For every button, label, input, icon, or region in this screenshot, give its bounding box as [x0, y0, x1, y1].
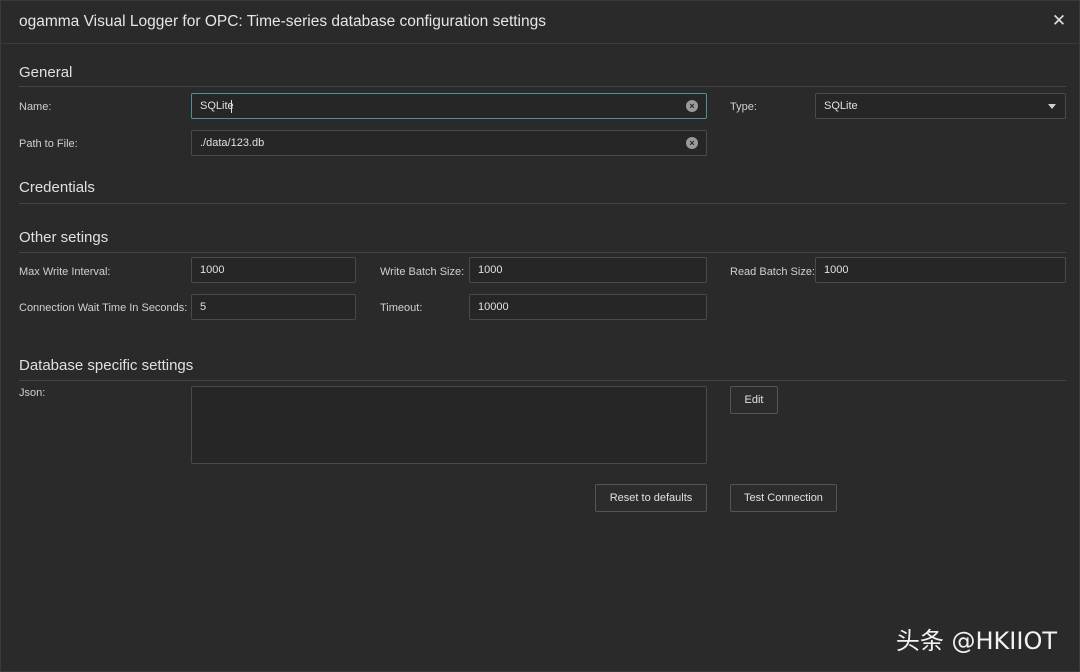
json-textarea[interactable]: [191, 386, 707, 464]
write-batch-size-input[interactable]: 1000: [469, 257, 707, 283]
write-batch-size-value: 1000: [478, 264, 503, 276]
config-dialog: ogamma Visual Logger for OPC: Time-serie…: [0, 0, 1080, 672]
type-value: SQLite: [824, 100, 858, 112]
type-select[interactable]: SQLite: [815, 93, 1066, 119]
connection-wait-input[interactable]: 5: [191, 294, 356, 320]
max-write-interval-value: 1000: [200, 264, 225, 276]
name-value: SQLite: [200, 100, 234, 112]
reset-defaults-button[interactable]: Reset to defaults: [595, 484, 707, 512]
timeout-input[interactable]: 10000: [469, 294, 707, 320]
read-batch-size-input[interactable]: 1000: [815, 257, 1066, 283]
path-input[interactable]: ./data/123.db ×: [191, 130, 707, 156]
timeout-label: Timeout:: [380, 302, 423, 314]
type-label: Type:: [730, 101, 757, 113]
divider: [19, 252, 1066, 253]
title-bar: ogamma Visual Logger for OPC: Time-serie…: [1, 1, 1079, 44]
section-general: General: [19, 64, 73, 81]
timeout-value: 10000: [478, 301, 509, 313]
path-label: Path to File:: [19, 138, 78, 150]
connection-wait-label: Connection Wait Time In Seconds:: [19, 302, 188, 314]
path-value: ./data/123.db: [200, 137, 265, 149]
edit-button[interactable]: Edit: [730, 386, 778, 414]
section-database-settings: Database specific settings: [19, 357, 194, 374]
chevron-down-icon: [1048, 104, 1056, 109]
divider: [19, 203, 1066, 204]
max-write-interval-label: Max Write Interval:: [19, 266, 111, 278]
watermark: 头条 @HKIIOT: [895, 627, 1057, 655]
clear-icon[interactable]: ×: [686, 100, 698, 112]
clear-icon[interactable]: ×: [686, 137, 698, 149]
name-label: Name:: [19, 101, 52, 113]
json-label: Json:: [19, 387, 46, 399]
read-batch-size-label: Read Batch Size:: [730, 266, 815, 278]
section-credentials[interactable]: Credentials: [19, 179, 95, 196]
divider: [19, 380, 1066, 381]
test-connection-button[interactable]: Test Connection: [730, 484, 837, 512]
connection-wait-value: 5: [200, 301, 207, 313]
dialog-title: ogamma Visual Logger for OPC: Time-serie…: [19, 13, 546, 30]
read-batch-size-value: 1000: [824, 264, 849, 276]
divider: [19, 86, 1066, 87]
section-other-settings: Other setings: [19, 229, 109, 246]
write-batch-size-label: Write Batch Size:: [380, 266, 465, 278]
name-input[interactable]: SQLite ×: [191, 93, 707, 119]
text-caret: [231, 100, 232, 113]
close-icon[interactable]: ✕: [1049, 11, 1069, 31]
max-write-interval-input[interactable]: 1000: [191, 257, 356, 283]
